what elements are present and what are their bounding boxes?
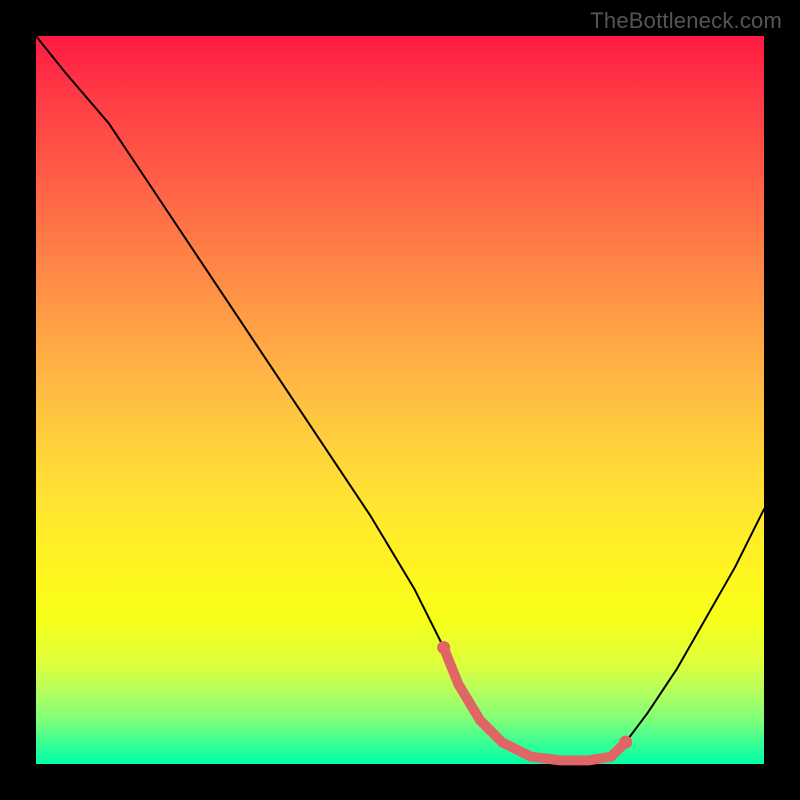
highlighted-optimal-range [444, 648, 626, 761]
plot-area [36, 36, 764, 764]
highlight-start-dot [437, 641, 450, 654]
bottleneck-curve [36, 36, 764, 760]
chart-container: TheBottleneck.com [0, 0, 800, 800]
highlight-end-dot [619, 736, 632, 749]
curve-svg [36, 36, 764, 764]
watermark-text: TheBottleneck.com [590, 8, 782, 34]
